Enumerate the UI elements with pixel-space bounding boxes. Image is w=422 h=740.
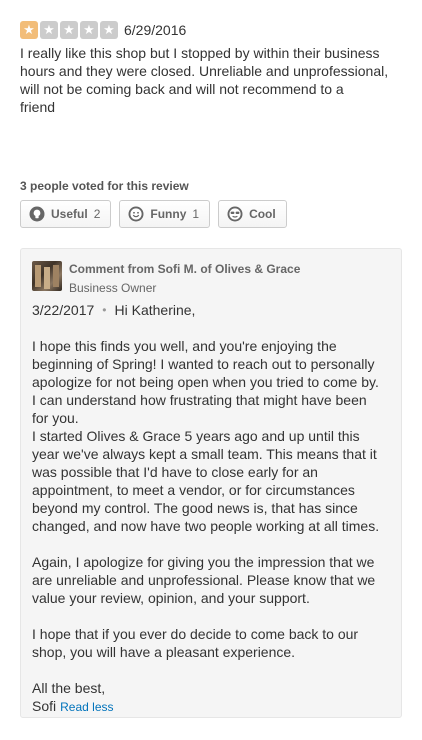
comment-line: was possible that I'd have to close earl… [32, 464, 318, 480]
review: ★ ★ ★ ★ ★ 6/29/2016 I really like this shop … [20, 0, 404, 228]
funny-count: 1 [192, 207, 200, 221]
cool-label: Cool [249, 207, 276, 221]
comment-header: Comment from Sofi M. of Olives & Grace B… [32, 261, 300, 296]
funny-label: Funny [150, 207, 187, 221]
comment-line: I started Olives & Grace 5 years ago and… [32, 428, 360, 444]
comment-line: are unreliable and unprofessional. Pleas… [32, 572, 376, 588]
comment-signature: Sofi [32, 698, 57, 714]
comment-line: Again, I apologize for giving you the im… [32, 554, 375, 570]
comment-line: apologize for not being open when you tr… [32, 374, 379, 390]
useful-button[interactable]: Useful 2 [20, 200, 112, 228]
star-rating: ★ ★ ★ ★ ★ [20, 21, 118, 39]
comment-date: 3/22/2017 [32, 302, 95, 318]
star-icon: ★ [40, 21, 58, 39]
comment-line: for you. [32, 410, 79, 426]
avatar[interactable] [32, 261, 62, 291]
comment-body: 3/22/2017 • Hi Katherine, I hope this fi… [32, 301, 394, 716]
owner-comment: Comment from Sofi M. of Olives & Grace B… [20, 248, 402, 718]
lightbulb-icon [29, 206, 45, 222]
sunglasses-icon [227, 206, 243, 222]
comment-paragraph: I hope that if you ever do decide to com… [32, 625, 394, 661]
comment-line: I hope this finds you well, and you're e… [32, 338, 337, 354]
comment-title: Comment from Sofi M. of Olives & Grace [69, 262, 301, 276]
comment-paragraph: I hope this finds you well, and you're e… [32, 337, 394, 535]
comment-line: shop, you will have a pleasant experienc… [32, 644, 296, 660]
vote-buttons: Useful 2 Funny 1 Cool [20, 200, 287, 228]
comment-line: value your review, opinion, and your sup… [32, 590, 310, 606]
funny-button[interactable]: Funny 1 [119, 200, 211, 228]
comment-line: beginning of Spring! I wanted to reach o… [32, 356, 375, 372]
review-line: I really like this shop but I stopped by… [20, 45, 380, 61]
comment-paragraph: Again, I apologize for giving you the im… [32, 553, 394, 607]
comment-closing: All the best, [32, 680, 106, 696]
useful-label: Useful [51, 207, 88, 221]
votes-label: 3 people voted for this review [20, 179, 189, 193]
comment-role: Business Owner [69, 281, 157, 295]
star-icon: ★ [80, 21, 98, 39]
read-less-link[interactable]: Read less [60, 700, 113, 714]
smile-icon [128, 206, 144, 222]
rating-row: ★ ★ ★ ★ ★ 6/29/2016 [20, 18, 404, 42]
review-line: hours and they were closed. Unreliable a… [20, 63, 389, 79]
comment-signoff: Sofi Read less [32, 697, 394, 716]
separator-dot: • [102, 303, 107, 317]
star-icon: ★ [60, 21, 78, 39]
review-line: friend [20, 99, 56, 115]
comment-line: appointment, to meet a vendor, or for ci… [32, 482, 355, 498]
comment-meta: Comment from Sofi M. of Olives & Grace B… [69, 261, 300, 296]
comment-line: changed, and now have two people working… [32, 518, 380, 534]
comment-greeting: Hi Katherine, [114, 302, 196, 318]
comment-line: beyond my control. The good news is, tha… [32, 500, 358, 516]
star-icon: ★ [100, 21, 118, 39]
comment-line: year we've always kept a small team. Thi… [32, 446, 377, 462]
comment-line: I can understand how frustrating that mi… [32, 392, 367, 408]
review-line: will not be coming back and will not rec… [20, 81, 344, 97]
comment-line: I hope that if you ever do decide to com… [32, 626, 359, 642]
useful-count: 2 [93, 207, 101, 221]
comment-dateline: 3/22/2017 • Hi Katherine, [32, 301, 394, 319]
review-date: 6/29/2016 [124, 22, 187, 38]
star-icon: ★ [20, 21, 38, 39]
review-text: I really like this shop but I stopped by… [20, 44, 400, 116]
cool-button[interactable]: Cool [218, 200, 287, 228]
